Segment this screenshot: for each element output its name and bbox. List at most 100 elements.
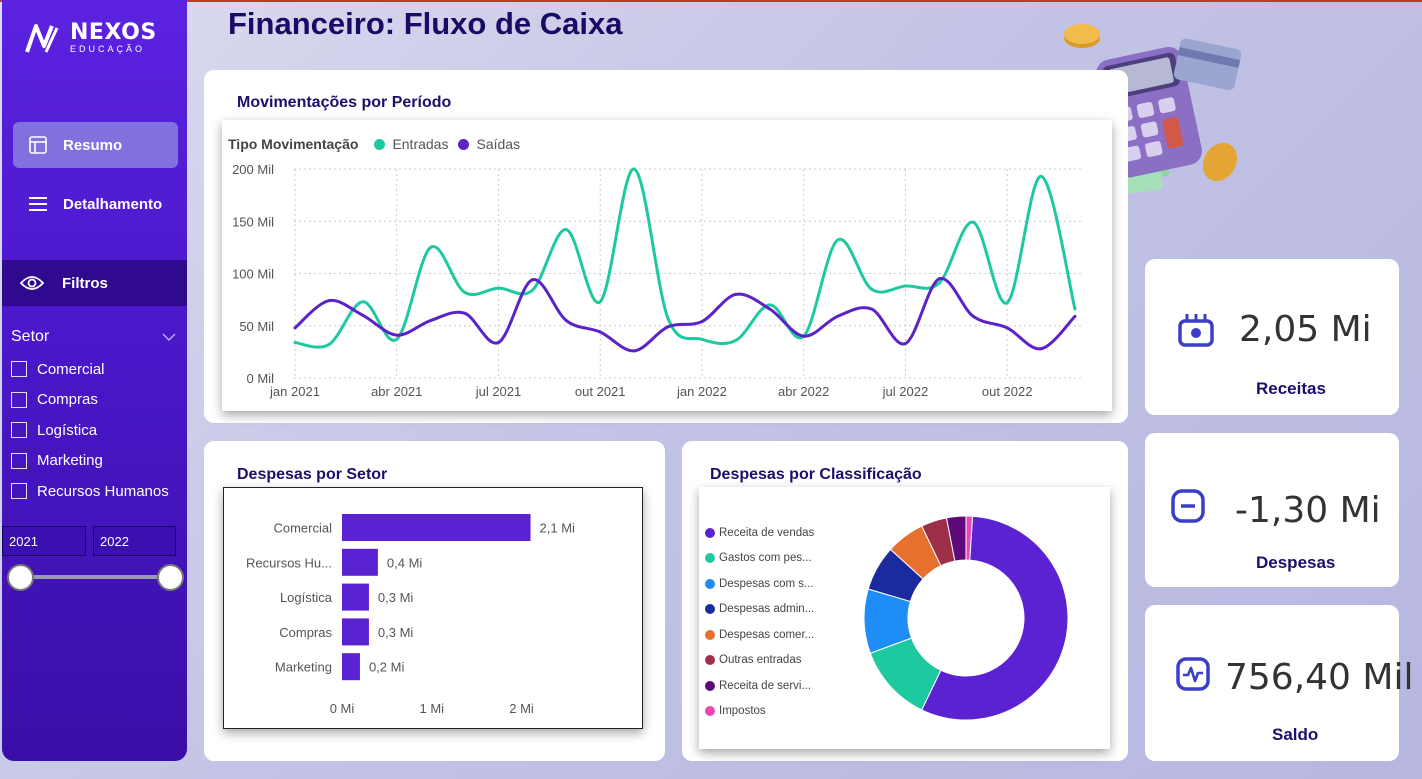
data-point [700,337,704,341]
brand-logo: NEXOS EDUCAÇÃO [24,22,157,56]
legend-item[interactable]: Receita de servi... [705,673,814,699]
legend-label: Gastos com pes... [719,552,812,565]
setor-option-compras[interactable]: Compras [11,385,169,416]
kpi-saldo-value: 756,40 Mil [1225,657,1414,698]
data-point [327,343,331,347]
setor-option-logistica[interactable]: Logística [11,415,169,446]
sidebar: NEXOS EDUCAÇÃO Resumo Detalhamento Filtr… [2,0,187,761]
legend-item[interactable]: Despesas admin... [705,597,814,623]
checkbox[interactable] [11,483,27,500]
setor-filter-header[interactable]: Setor [11,328,176,346]
year-from-input[interactable]: 2021 [2,526,86,556]
series-line-saídas [294,277,1077,353]
saidas-legend-dot [458,138,470,150]
donut-chart [863,515,1069,721]
setor-options: Comercial Compras Logística Marketing Re… [11,354,169,507]
checkbox[interactable] [11,422,27,439]
line-chart-legend: Tipo Movimentação Entradas Saídas [228,136,520,152]
legend-saidas[interactable]: Saídas [476,136,520,152]
data-point [530,288,534,292]
data-point [361,300,365,304]
data-point [1005,326,1009,330]
wallet-icon [1178,314,1214,347]
legend-dot [705,655,715,666]
setor-option-comercial[interactable]: Comercial [11,354,169,385]
data-point [598,300,602,304]
data-label: 0,2 Mi [369,660,405,675]
legend-dot [705,706,715,717]
legend-dot [705,604,715,615]
kpi-saldo-card: 756,40 Mil Saldo [1145,605,1413,761]
data-point [361,313,365,317]
option-label: Comercial [37,360,105,378]
legend-label: Despesas comer... [719,628,815,641]
data-point [293,326,297,330]
checkbox[interactable] [11,452,27,469]
data-point [1073,307,1077,311]
data-point [1039,347,1043,351]
category-label: Logística [280,590,333,605]
legend-label: Despesas com s... [719,577,814,590]
data-point [802,334,806,338]
category-label: Compras [279,625,332,640]
checkbox[interactable] [11,391,27,408]
data-point [836,314,840,318]
data-point [937,281,941,285]
x-tick-label: jan 2022 [676,384,727,399]
bar [342,653,360,681]
legend-item[interactable]: Gastos com pes... [705,546,814,572]
bar-chart: Comercial 2,1 Mi Recursos Hu... 0,4 Mi Logís… [246,514,575,716]
data-point [768,303,772,307]
series-line-entradas [294,167,1077,349]
year-slider-track[interactable] [22,575,172,579]
year-slider-start-handle[interactable] [7,564,34,591]
data-point [903,284,907,288]
checkbox[interactable] [11,361,27,378]
x-tick-label: jul 2022 [882,384,929,399]
year-slider-end-handle[interactable] [157,564,184,591]
nav-detalhamento-button[interactable]: Detalhamento [13,181,178,227]
data-point [530,278,534,282]
brand-sub: EDUCAÇÃO [70,44,146,54]
x-tick-label: out 2021 [575,384,626,399]
bar [342,583,369,611]
year-to-input[interactable]: 2022 [93,526,176,556]
chevron-down-icon[interactable] [162,333,176,341]
despesas-setor-title: Despesas por Setor [237,466,388,483]
legend-item[interactable]: Receita de vendas [705,520,814,546]
data-label: 0,4 Mi [387,555,423,570]
legend-entradas[interactable]: Entradas [392,136,448,152]
x-tick-label: abr 2021 [371,384,422,399]
despesas-classificacao-title: Despesas por Classificação [710,466,922,483]
category-label: Recursos Hu... [246,555,332,570]
data-point [395,333,399,337]
top-accent-line [0,0,1422,2]
data-point [1005,301,1009,305]
brand-name: NEXOS [70,20,157,45]
setor-option-recursos-humanos[interactable]: Recursos Humanos [11,476,169,507]
data-point [632,349,636,353]
kpi-despesas-value: -1,30 Mi [1235,490,1381,531]
legend-dot [705,578,715,589]
page-title: Financeiro: Fluxo de Caixa [228,6,623,41]
legend-item[interactable]: Impostos [705,699,814,725]
nav-resumo-button[interactable]: Resumo [13,122,178,168]
data-point [1039,174,1043,178]
x-tick-label: jul 2021 [475,384,522,399]
legend-item[interactable]: Despesas com s... [705,571,814,597]
menu-icon [13,196,63,212]
filters-label: Filtros [62,274,108,292]
legend-item[interactable]: Despesas comer... [705,622,814,648]
data-point [429,319,433,323]
data-point [1073,314,1077,318]
setor-option-marketing[interactable]: Marketing [11,446,169,477]
x-tick-label: 1 Mi [419,701,444,716]
x-tick-label: 0 Mi [330,701,355,716]
bar [342,514,531,541]
x-tick-label: abr 2022 [778,384,829,399]
data-point [293,340,297,344]
data-point [971,220,975,224]
kpi-receitas-label: Receitas [1256,379,1326,398]
legend-item[interactable]: Outras entradas [705,648,814,674]
data-point [836,238,840,242]
